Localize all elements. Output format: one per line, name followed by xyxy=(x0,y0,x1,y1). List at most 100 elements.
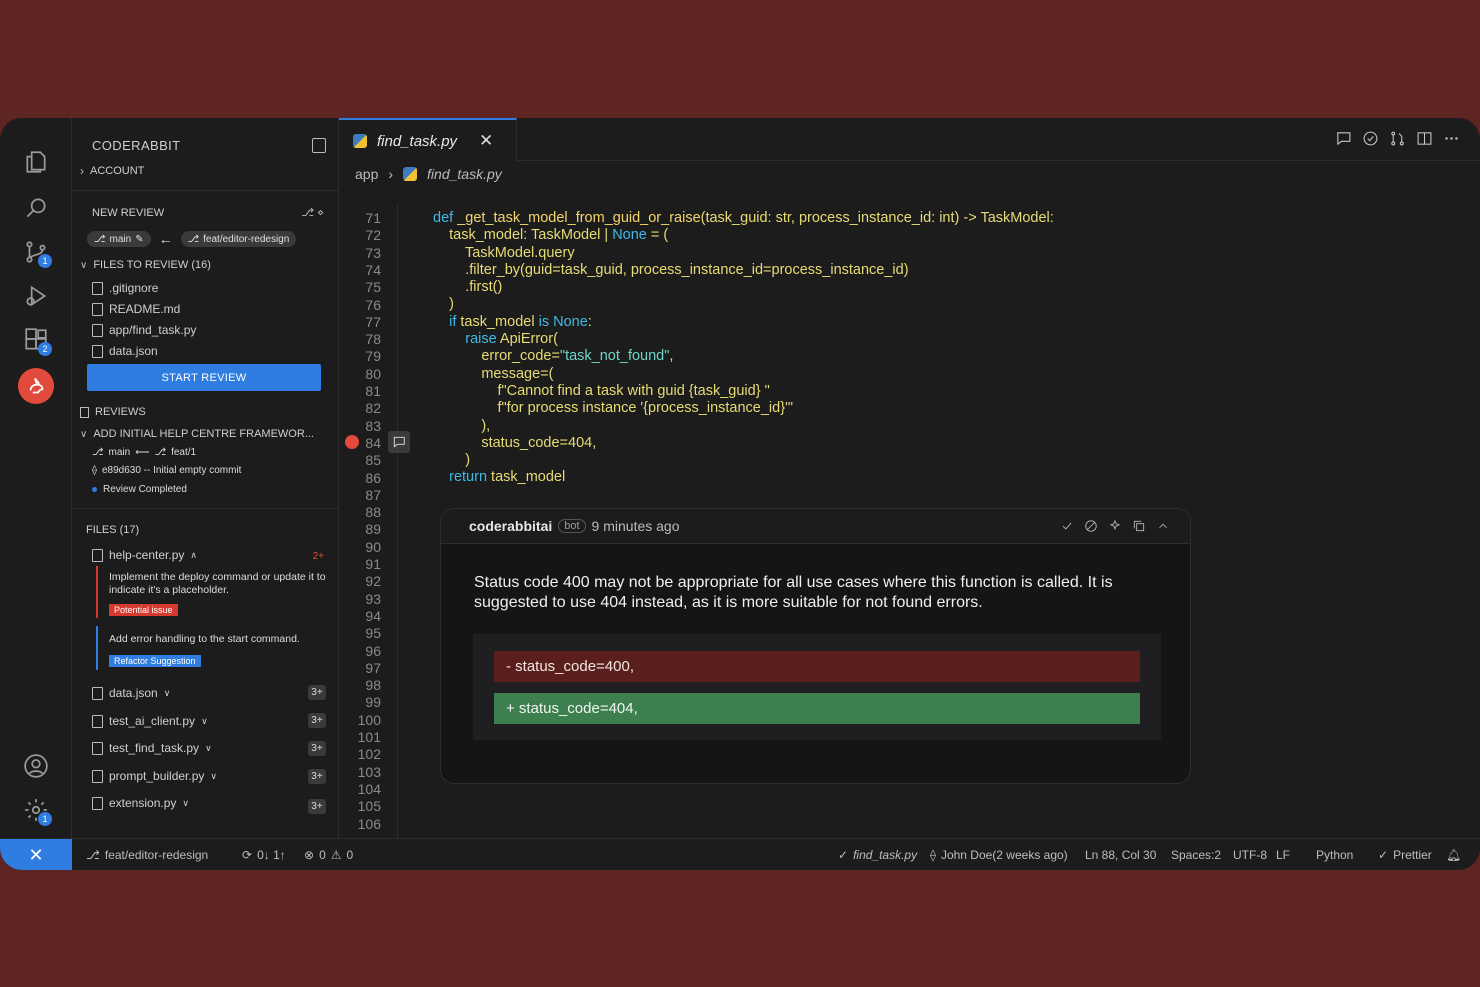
head-branch-pill[interactable]: ⎇ feat/editor-redesign xyxy=(180,231,297,247)
coderabbit-marker-icon[interactable] xyxy=(345,435,359,449)
refactor-tag: Refactor Suggestion xyxy=(109,653,201,667)
files-to-review-label: FILES TO REVIEW (16) xyxy=(93,259,211,271)
divider xyxy=(72,508,338,509)
file-icon xyxy=(92,548,103,562)
status-file-name: find_task.py xyxy=(853,848,918,862)
start-review-button[interactable]: START REVIEW xyxy=(87,364,321,391)
account-icon[interactable] xyxy=(18,748,54,784)
divider xyxy=(72,190,338,191)
problems-status[interactable]: ⊗ 0 ⚠ 0 xyxy=(304,848,353,862)
coderabbit-icon[interactable] xyxy=(18,368,54,404)
review-file-item[interactable]: test_ai_client.py ∨ xyxy=(92,714,208,728)
breadcrumb-folder[interactable]: app xyxy=(355,166,378,182)
issue-count: 2+ xyxy=(312,551,324,562)
review-file-item[interactable]: test_find_task.py ∨ xyxy=(92,741,212,755)
indentation[interactable]: Spaces:2 xyxy=(1171,848,1221,862)
file-name: help-center.py xyxy=(109,548,185,562)
chevron-down-icon: ∨ xyxy=(80,259,88,271)
sparkle-icon[interactable] xyxy=(1108,519,1122,533)
review-comment-card: coderabbitai bot 9 minutes ago Status co… xyxy=(440,508,1191,784)
file-item[interactable]: app/find_task.py xyxy=(92,323,196,337)
close-icon[interactable]: ✕ xyxy=(479,131,493,151)
file-item[interactable]: data.json xyxy=(92,344,158,358)
file-name: README.md xyxy=(109,302,181,316)
line-ending[interactable]: LF xyxy=(1276,848,1290,862)
commit-icon: ⟠ xyxy=(92,465,97,476)
files-to-review-section[interactable]: ∨ FILES TO REVIEW (16) xyxy=(80,259,211,271)
settings-gear-icon[interactable]: 1 xyxy=(18,792,54,828)
copy-icon[interactable] xyxy=(1132,519,1146,533)
chevron-up-icon[interactable] xyxy=(1156,519,1170,533)
explorer-icon[interactable] xyxy=(18,144,54,180)
add-comment-icon[interactable] xyxy=(388,431,410,453)
line-number: 75 xyxy=(365,279,381,296)
review-commit: ⟠ e89d630 -- Initial empty commit xyxy=(92,465,241,476)
file-item[interactable]: .gitignore xyxy=(92,281,158,295)
sync-status[interactable]: ⟳ 0↓ 1↑ xyxy=(242,848,286,862)
file-comment-count: 3+ xyxy=(308,741,326,756)
sync-counts: 0↓ 1↑ xyxy=(257,848,286,862)
extensions-icon[interactable]: 2 xyxy=(18,322,54,358)
review-file-item[interactable]: extension.py ∨ xyxy=(92,796,189,810)
reviews-section[interactable]: REVIEWS xyxy=(80,406,146,418)
line-number: 83 xyxy=(365,417,381,434)
more-icon[interactable] xyxy=(1443,130,1460,147)
branch-actions-icon[interactable]: ⎇ ⋄ xyxy=(301,206,324,219)
file-name: prompt_builder.py xyxy=(109,769,205,783)
review-file-item[interactable]: help-center.py ∧ xyxy=(92,548,197,562)
formatter-status[interactable]: ✓ Prettier xyxy=(1378,848,1432,862)
line-number: 72 xyxy=(365,227,381,244)
line-number: 73 xyxy=(365,244,381,261)
editor-toolbar xyxy=(1335,130,1460,147)
search-icon[interactable] xyxy=(18,190,54,226)
review-file-item[interactable]: prompt_builder.py ∨ xyxy=(92,769,217,783)
split-editor-icon[interactable] xyxy=(1416,130,1433,147)
review-file-item[interactable]: data.json ∨ xyxy=(92,686,170,700)
line-number: 85 xyxy=(365,452,381,469)
issue-text[interactable]: Implement the deploy command or update i… xyxy=(109,571,327,596)
comment-icon[interactable] xyxy=(1335,130,1352,147)
line-number: 99 xyxy=(365,694,381,711)
line-number: 97 xyxy=(365,659,381,676)
file-status[interactable]: ✓ find_task.py xyxy=(838,848,917,862)
blame-text: John Doe(2 weeks ago) xyxy=(940,848,1068,862)
potential-issue-tag: Potential issue xyxy=(109,602,178,616)
account-section[interactable]: › ACCOUNT xyxy=(80,164,144,178)
pull-request-icon[interactable] xyxy=(1389,130,1406,147)
source-control-icon[interactable]: 1 xyxy=(18,234,54,270)
line-number: 71 xyxy=(365,210,381,226)
suggestion-text[interactable]: Add error handling to the start command. xyxy=(109,633,331,645)
line-number: 91 xyxy=(365,556,381,572)
file-name: test_find_task.py xyxy=(109,741,200,755)
blame-status[interactable]: ⟠ John Doe(2 weeks ago) xyxy=(930,848,1068,862)
encoding[interactable]: UTF-8 xyxy=(1233,848,1267,862)
line-number: 102 xyxy=(357,746,381,763)
review-item[interactable]: ∨ ADD INITIAL HELP CENTRE FRAMEWOR... xyxy=(80,428,314,440)
file-item[interactable]: README.md xyxy=(92,302,180,316)
base-branch-pill[interactable]: ⎇ main ✎ xyxy=(87,231,151,247)
cursor-position[interactable]: Ln 88, Col 30 xyxy=(1085,848,1156,862)
line-number: 105 xyxy=(357,798,381,815)
tab-find-task[interactable]: find_task.py ✕ xyxy=(339,118,517,162)
remote-icon[interactable]: ✕ xyxy=(0,839,72,870)
logout-icon[interactable] xyxy=(312,138,326,153)
bot-badge: bot xyxy=(558,519,586,533)
language-mode[interactable]: Python xyxy=(1316,848,1353,862)
line-number: 92 xyxy=(365,573,381,590)
chevron-down-icon: ∨ xyxy=(205,742,212,753)
file-icon xyxy=(92,344,103,358)
tab-title: find_task.py xyxy=(377,132,458,150)
bell-icon[interactable]: 🔔︎ xyxy=(1446,848,1461,862)
breadcrumb-file[interactable]: find_task.py xyxy=(427,166,502,182)
dismiss-icon[interactable] xyxy=(1084,519,1098,533)
run-debug-icon[interactable] xyxy=(18,278,54,314)
vscode-window: 1 2 1 CODERABBIT › ACCOUNT NEW REVIEW ⎇ … xyxy=(0,118,1480,870)
branch-status[interactable]: ⎇ feat/editor-redesign xyxy=(86,848,208,862)
file-comment-count: 3+ xyxy=(308,799,326,814)
check-circle-icon[interactable] xyxy=(1362,130,1379,147)
review-base-branch: main xyxy=(108,447,131,458)
check-icon[interactable] xyxy=(1060,519,1074,533)
scm-badge: 1 xyxy=(38,254,52,268)
code-content[interactable]: def _get_task_model_from_guid_or_raise(t… xyxy=(433,210,1054,487)
review-head-branch: feat/1 xyxy=(171,447,197,458)
